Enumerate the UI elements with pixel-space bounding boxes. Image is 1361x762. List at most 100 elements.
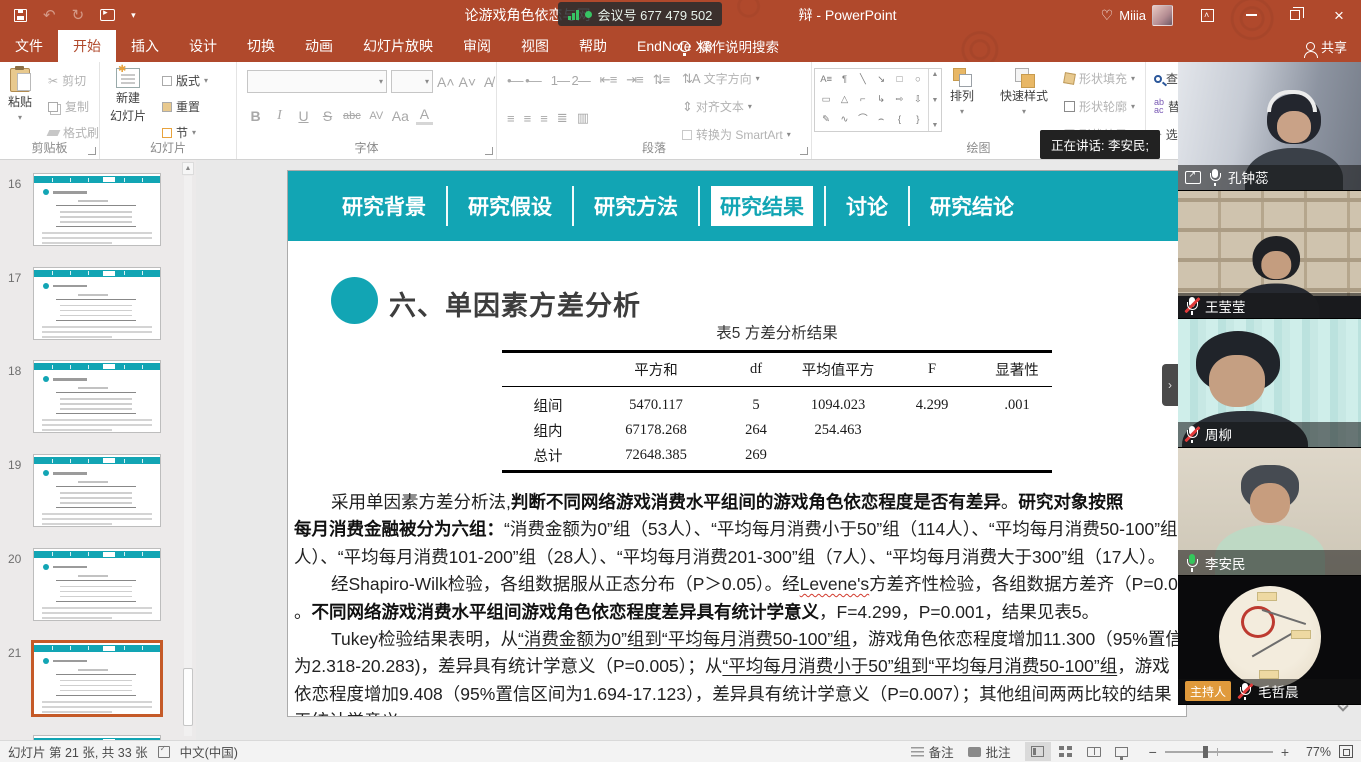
shape-icon-2[interactable]: ╲	[860, 75, 866, 85]
zoom-out-button[interactable]: −	[1149, 744, 1157, 760]
video-tile-孔钟蕊[interactable]: 孔钟蕊	[1178, 62, 1361, 191]
cut-button[interactable]: ✂剪切	[48, 72, 86, 89]
comments-button[interactable]: 批注	[968, 742, 1011, 761]
shape-icon-5[interactable]: ○	[915, 75, 921, 85]
slide-sorter-view-button[interactable]	[1053, 742, 1079, 761]
slide-nav-研究方法[interactable]: 研究方法	[585, 186, 687, 226]
shape-icon-8[interactable]: ⌐	[860, 95, 866, 105]
slide-nav-研究背景[interactable]: 研究背景	[333, 186, 435, 226]
zoom-slider-thumb[interactable]	[1203, 746, 1208, 758]
video-tile-李安民[interactable]: 李安民	[1178, 448, 1361, 577]
normal-view-button[interactable]	[1025, 742, 1051, 761]
font-size-dropdown[interactable]: ▾	[391, 70, 433, 93]
slide-nav-讨论[interactable]: 讨论	[837, 186, 897, 226]
slide-nav-研究结果[interactable]: 研究结果	[711, 186, 813, 226]
thumbnail-slide-18[interactable]	[33, 360, 161, 433]
undo-icon[interactable]: ↶	[43, 8, 56, 23]
shapes-gallery-scrollbar[interactable]: ▲ ▼ ▼	[928, 69, 941, 131]
zoom-slider[interactable]	[1165, 751, 1273, 753]
align-center-icon[interactable]: ≡	[524, 111, 531, 126]
shadow-button[interactable]: abc	[343, 110, 361, 122]
shape-icon-1[interactable]: ¶	[842, 75, 847, 85]
language-indicator[interactable]: 中文(中国)	[180, 742, 238, 761]
slide-canvas[interactable]: 研究背景研究假设研究方法研究结果讨论研究结论 六、单因素方差分析 表5 方差分析…	[287, 170, 1187, 717]
clear-formatting-button[interactable]: A̸	[480, 74, 497, 90]
shape-icon-3[interactable]: ↘	[877, 75, 885, 85]
shape-fill-button[interactable]: 形状填充▾	[1064, 70, 1135, 87]
thumbnail-scroll-up-icon[interactable]: ▲	[182, 162, 194, 175]
bold-button[interactable]: B	[247, 108, 264, 124]
tab-动画[interactable]: 动画	[290, 30, 348, 62]
shape-icon-4[interactable]: □	[897, 75, 903, 85]
line-spacing-icon[interactable]: ⇅≡	[653, 72, 669, 88]
redo-icon[interactable]: ↻	[72, 8, 85, 23]
tab-设计[interactable]: 设计	[174, 30, 232, 62]
thumbnail-scroll-thumb[interactable]	[183, 668, 193, 726]
new-slide-button[interactable]: 新建 幻灯片	[110, 68, 146, 124]
strikethrough-button[interactable]: S	[319, 108, 336, 124]
thumbnail-slide-19[interactable]	[33, 454, 161, 527]
shape-icon-12[interactable]: ✎	[822, 115, 830, 125]
tab-切换[interactable]: 切换	[232, 30, 290, 62]
shape-icon-17[interactable]: }	[916, 115, 919, 125]
account-area[interactable]: ♡ Miiia	[1101, 5, 1173, 26]
align-text-button[interactable]: ⇕对齐文本▾	[682, 98, 752, 115]
tab-开始[interactable]: 开始	[58, 30, 116, 62]
zoom-percentage[interactable]: 77%	[1297, 745, 1331, 759]
align-right-icon[interactable]: ≡	[540, 111, 547, 126]
shape-icon-15[interactable]: ⌢	[878, 115, 884, 125]
tab-文件[interactable]: 文件	[0, 30, 58, 62]
thumbnail-scrollbar[interactable]: ▲	[182, 160, 194, 740]
shape-icon-0[interactable]: A≡	[820, 75, 832, 85]
grow-font-button[interactable]: A˄	[437, 74, 455, 90]
thumbnail-slide-21[interactable]	[33, 642, 161, 715]
shape-outline-button[interactable]: 形状轮廓▾	[1064, 98, 1135, 115]
shape-icon-14[interactable]: ⌒	[858, 115, 868, 125]
fit-slide-to-window-icon[interactable]	[1339, 745, 1353, 758]
columns-icon[interactable]: ▥	[577, 110, 588, 126]
video-tile-周柳[interactable]: 周柳	[1178, 319, 1361, 448]
layout-button[interactable]: 版式▾	[162, 72, 208, 89]
meeting-id-overlay[interactable]: 会议号 677 479 502	[558, 2, 722, 26]
text-direction-button[interactable]: ⇅A文字方向▾	[682, 70, 760, 87]
shape-icon-7[interactable]: △	[841, 95, 848, 105]
italic-button[interactable]: I	[271, 108, 288, 124]
share-button[interactable]: 共享	[1306, 30, 1347, 62]
tab-插入[interactable]: 插入	[116, 30, 174, 62]
shrink-font-button[interactable]: A˅	[459, 74, 477, 90]
close-button[interactable]: ×	[1317, 0, 1361, 30]
save-icon[interactable]	[14, 9, 27, 22]
slideshow-view-button[interactable]	[1109, 742, 1135, 761]
tell-me-search[interactable]: 操作说明搜索	[679, 30, 779, 62]
copy-button[interactable]: 复制	[48, 98, 89, 115]
bullets-icon[interactable]: •— •—	[507, 73, 541, 88]
font-name-dropdown[interactable]: ▾	[247, 70, 387, 93]
tab-帮助[interactable]: 帮助	[564, 30, 622, 62]
increase-indent-icon[interactable]: ⇥≡	[626, 72, 642, 88]
align-left-icon[interactable]: ≡	[507, 111, 514, 126]
video-tile-王莹莹[interactable]: 王莹莹	[1178, 191, 1361, 320]
shapes-more-icon[interactable]: ▼	[932, 122, 939, 129]
quick-styles-button[interactable]: 快速样式 ▾	[1000, 68, 1048, 117]
thumbnail-slide-20[interactable]	[33, 548, 161, 621]
underline-button[interactable]: U	[295, 108, 312, 124]
customize-qat-chevron-icon[interactable]: ▾	[131, 10, 136, 21]
slide-nav-研究假设[interactable]: 研究假设	[459, 186, 561, 226]
change-case-button[interactable]: Aa	[392, 108, 409, 124]
clipboard-dialog-launcher-icon[interactable]	[88, 147, 96, 155]
shape-icon-13[interactable]: ∿	[841, 115, 849, 125]
thumbnail-slide-17[interactable]	[33, 267, 161, 340]
reading-view-button[interactable]	[1081, 742, 1107, 761]
restore-button[interactable]	[1273, 0, 1317, 30]
spellcheck-icon[interactable]	[158, 746, 170, 758]
video-panel-collapse-handle[interactable]: ›	[1162, 364, 1178, 406]
video-tile-毛哲晨[interactable]: 主持人毛哲晨	[1178, 576, 1361, 705]
minimize-button[interactable]	[1229, 0, 1273, 30]
thumbnail-slide-16[interactable]	[33, 173, 161, 246]
shape-icon-11[interactable]: ⇩	[914, 95, 922, 105]
reset-button[interactable]: 重置	[162, 98, 200, 115]
shapes-scroll-down-icon[interactable]: ▼	[932, 97, 939, 104]
shapes-scroll-up-icon[interactable]: ▲	[932, 71, 939, 78]
start-slideshow-icon[interactable]	[100, 9, 115, 21]
ribbon-display-options-button[interactable]	[1185, 0, 1229, 30]
